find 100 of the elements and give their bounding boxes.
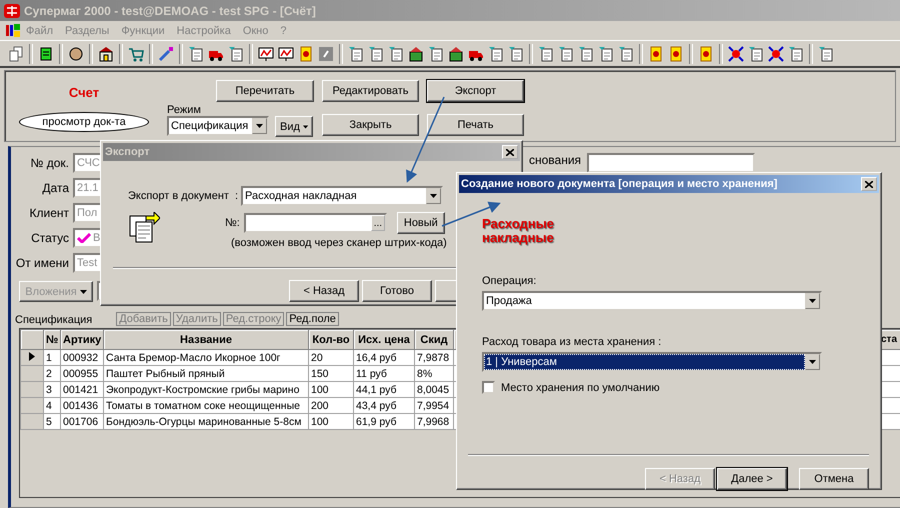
table-cell: 7,9878	[414, 350, 454, 366]
caret-icon	[80, 290, 87, 294]
document-type-dropdown[interactable]: Расходная накладная	[241, 186, 443, 206]
close-button[interactable]	[861, 177, 877, 191]
field-label: снования	[529, 153, 582, 167]
document-icon[interactable]	[488, 46, 504, 62]
edit-button[interactable]: Редактировать	[322, 80, 419, 102]
field-label: Операция:	[482, 275, 536, 287]
storage-dropdown[interactable]: 1 | Универсам	[482, 352, 822, 372]
document-icon[interactable]	[818, 46, 834, 62]
burst-icon[interactable]	[728, 46, 744, 62]
checkbox[interactable]	[482, 381, 495, 394]
export-button[interactable]: Экспорт	[427, 80, 524, 102]
dialog-title: Экспорт	[105, 146, 150, 158]
close-document-button[interactable]: Закрыть	[322, 114, 419, 136]
dialog-button[interactable]: Отмена	[799, 468, 869, 490]
document-icon[interactable]	[188, 46, 204, 62]
field-label: Статус	[30, 231, 69, 245]
browse-button[interactable]: ...	[370, 215, 385, 231]
export-documents-icon	[128, 212, 160, 244]
table-cell: Бондюэль-Огурцы маринованные 5-8см	[104, 414, 308, 430]
document-icon[interactable]	[228, 46, 244, 62]
field-label: Экспорт в документ :	[128, 190, 240, 202]
document-icon[interactable]	[348, 46, 364, 62]
table-cell: Санта Бремор-Масло Икорное 100г	[104, 350, 308, 366]
field-label: От имени	[14, 256, 69, 270]
column-header[interactable]: Артику	[60, 330, 104, 350]
close-icon	[506, 148, 514, 156]
column-header[interactable]: Название	[104, 330, 308, 350]
mode-dropdown[interactable]: Спецификация	[167, 116, 269, 136]
field-label: Расход товара из места хранения :	[482, 336, 662, 348]
table-cell: 001706	[60, 414, 104, 430]
square-icon[interactable]	[318, 46, 334, 62]
document-icon[interactable]	[508, 46, 524, 62]
register-icon[interactable]	[408, 46, 424, 62]
field-label: Клиент	[28, 206, 69, 220]
close-button[interactable]	[502, 145, 518, 159]
view-button[interactable]: Вид	[275, 116, 313, 137]
wand-icon[interactable]	[158, 46, 174, 62]
table-cell: 000955	[60, 366, 104, 382]
table-cell: 11 руб	[354, 366, 414, 382]
document-icon[interactable]	[788, 46, 804, 62]
register-icon[interactable]	[448, 46, 464, 62]
app-menu-icon[interactable]	[6, 24, 20, 37]
table-cell: 001436	[60, 398, 104, 414]
print-button[interactable]: Печать	[427, 114, 524, 136]
input-field[interactable]	[587, 153, 756, 173]
table-cell: 100	[308, 382, 354, 398]
chart-icon[interactable]	[278, 46, 294, 62]
caret-icon	[809, 299, 816, 303]
table-cell: 8%	[414, 366, 454, 382]
cart-icon[interactable]	[128, 46, 144, 62]
column-header[interactable]: Исх. цена	[354, 330, 414, 350]
table-cell: 150	[308, 366, 354, 382]
document-icon[interactable]	[538, 46, 554, 62]
document-icon[interactable]	[368, 46, 384, 62]
copy-icon[interactable]	[8, 46, 24, 62]
logo-icon	[4, 4, 20, 18]
document-icon[interactable]	[578, 46, 594, 62]
mode-label: Режим	[167, 104, 202, 116]
column-header[interactable]: Скид	[414, 330, 454, 350]
column-header[interactable]: Кол-во	[308, 330, 354, 350]
document-title: Счет	[68, 85, 100, 100]
operation-dropdown[interactable]: Продажа	[482, 291, 822, 311]
checkbox-label: Место хранения по умолчанию	[501, 382, 660, 394]
table-cell: 61,9 руб	[354, 414, 414, 430]
dialog-button[interactable]: < Назад	[289, 280, 359, 302]
document-icon[interactable]	[428, 46, 444, 62]
notepad-icon[interactable]	[38, 46, 54, 62]
document-number-field[interactable]: ...	[244, 213, 387, 233]
dialog-button[interactable]: Готово	[362, 280, 432, 302]
document-icon[interactable]	[598, 46, 614, 62]
document-icon[interactable]	[388, 46, 404, 62]
burst-icon[interactable]	[768, 46, 784, 62]
document-icon[interactable]	[618, 46, 634, 62]
reread-button[interactable]: Перечитать	[216, 80, 314, 102]
table-cell: 43,4 руб	[354, 398, 414, 414]
document-icon[interactable]	[558, 46, 574, 62]
building-icon[interactable]	[98, 46, 114, 62]
table-cell: 7,9968	[414, 414, 454, 430]
table-cell: 7,9954	[414, 398, 454, 414]
table-cell: 20	[308, 350, 354, 366]
hint-text: (возможен ввод через сканер штрих-кода)	[231, 237, 447, 249]
table-cell: 001421	[60, 382, 104, 398]
column-header[interactable]: №	[44, 330, 60, 350]
dialog-heading: Расходные накладные	[482, 217, 555, 245]
table-cell: Паштет Рыбный пряный	[104, 366, 308, 382]
caret-icon	[302, 124, 308, 128]
dialog-title: Создание нового документа [операция и место хранения]	[461, 178, 778, 190]
table-cell: Томаты в томатном соке неощищенные	[104, 398, 308, 414]
close-icon	[865, 180, 873, 188]
new-button[interactable]: Новый	[396, 212, 445, 234]
table-cell: 8,0045	[414, 382, 454, 398]
chart-icon[interactable]	[258, 46, 274, 62]
mode-badge: просмотр док-та	[19, 112, 149, 132]
action-button[interactable]: Ред.поле	[286, 312, 339, 326]
table-cell: 200	[308, 398, 354, 414]
row-indicator[interactable]	[20, 350, 44, 366]
document-icon[interactable]	[748, 46, 764, 62]
dialog-button[interactable]: Далее >	[717, 468, 787, 490]
